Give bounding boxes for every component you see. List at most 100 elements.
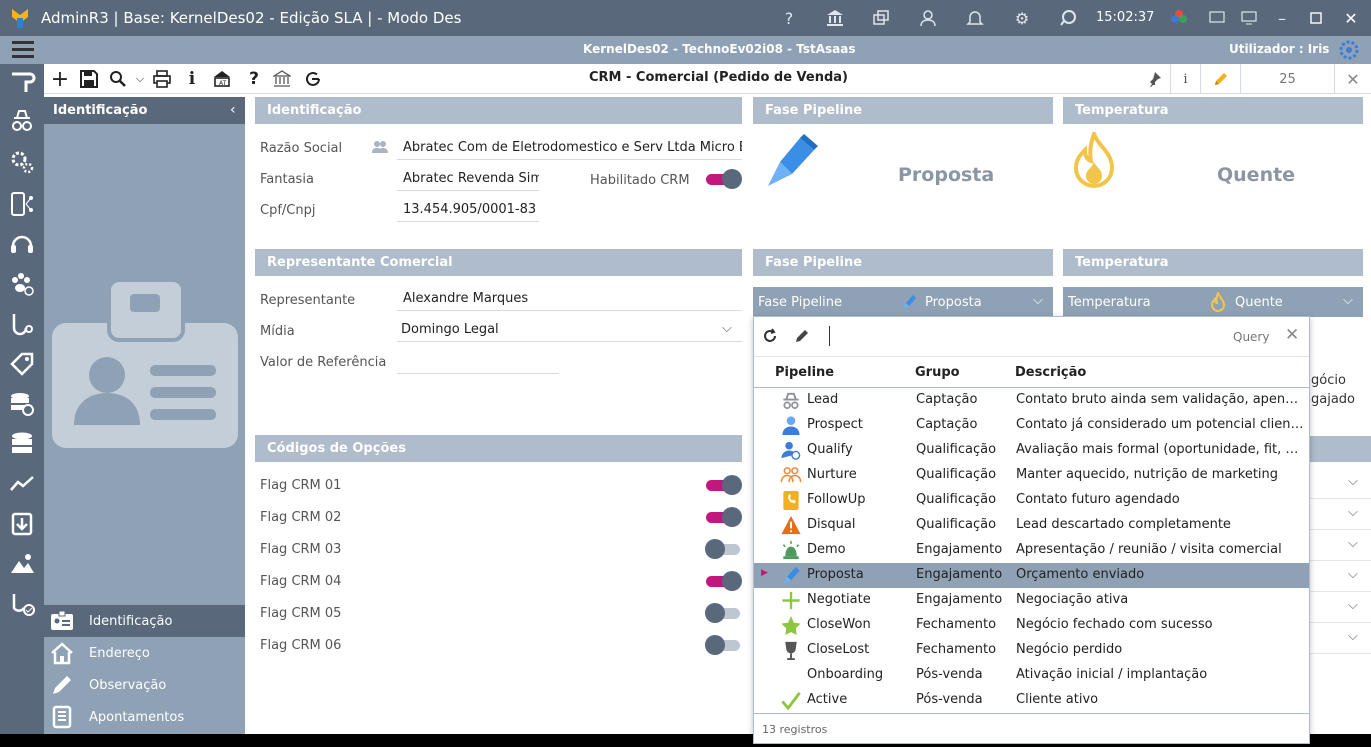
chat-icon[interactable]: [1057, 8, 1079, 28]
save-icon[interactable]: [77, 68, 101, 90]
sidebar-item-apontamentos[interactable]: Apontamentos: [44, 701, 245, 733]
close-window-button[interactable]: ✕: [1340, 8, 1362, 28]
institution-icon[interactable]: [270, 68, 294, 90]
rail-download-icon[interactable]: [6, 508, 38, 540]
search-dropdown-chevron-icon[interactable]: ⌵: [128, 68, 152, 90]
minimize-button[interactable]: –: [1271, 8, 1293, 28]
pipeline-row[interactable]: Prospect Captação Contato já considerado u…: [754, 413, 1309, 438]
star-icon: [781, 615, 801, 636]
pipeline-row[interactable]: CloseWon Fechamento Negócio fechado com su…: [754, 613, 1309, 638]
pipeline-row[interactable]: FollowUp Qualificação Contato futuro agend…: [754, 488, 1309, 513]
maximize-button[interactable]: [1305, 8, 1327, 28]
temperatura-combo[interactable]: Temperatura Quente ⌵: [1063, 287, 1363, 317]
print-icon[interactable]: [150, 68, 174, 90]
clear-search-icon[interactable]: ✕: [1285, 325, 1299, 345]
sidebar-collapse-chevron-icon[interactable]: ‹: [230, 102, 236, 118]
close-form-button[interactable]: ✕: [1334, 64, 1371, 94]
user-icon[interactable]: [917, 8, 939, 28]
info-icon[interactable]: i: [180, 68, 204, 90]
dropdown-header-row: Pipeline Grupo Descrição: [754, 356, 1309, 388]
midia-chevron-down-icon[interactable]: ⌵: [722, 321, 732, 336]
pipeline-row[interactable]: CloseLost Fechamento Negócio perdido: [754, 638, 1309, 663]
rail-image-icon[interactable]: [6, 548, 38, 580]
pipeline-row[interactable]: Demo Engajamento Apresentação / reunião / …: [754, 538, 1309, 563]
flag-crm-toggle[interactable]: [706, 571, 742, 591]
sidebar-item-identificacao[interactable]: Identificação: [44, 605, 245, 637]
rail-gears-icon[interactable]: [6, 146, 38, 178]
rail-database-clock-icon[interactable]: [6, 388, 38, 420]
rail-route-icon[interactable]: [6, 308, 38, 340]
column-header-descricao[interactable]: Descrição: [1015, 365, 1086, 380]
hidden-combo-6[interactable]: ⌵: [1310, 623, 1371, 654]
rail-headset-icon[interactable]: [6, 228, 38, 260]
go-forward-icon[interactable]: [301, 68, 325, 90]
pipeline-row[interactable]: Qualify Qualificação Avaliação mais formal…: [754, 438, 1309, 463]
fase-pipeline-combo[interactable]: Fase Pipeline Proposta ⌵: [753, 287, 1053, 317]
help-icon[interactable]: ?: [778, 8, 800, 28]
hidden-combo-1[interactable]: ⌵: [1310, 468, 1371, 499]
pipeline-row[interactable]: Negotiate Engajamento Negociação ativa: [754, 588, 1309, 613]
sidebar-item-label: Apontamentos: [89, 710, 185, 725]
rail-tool-icon[interactable]: [6, 66, 38, 98]
monitor-icon[interactable]: [1238, 8, 1260, 28]
record-count: 13 registros: [762, 723, 828, 736]
people-lookup-icon[interactable]: [372, 140, 388, 154]
bell-icon[interactable]: [964, 8, 986, 28]
hidden-combo-3[interactable]: ⌵: [1310, 530, 1371, 561]
sidebar-item-endereco[interactable]: Endereço: [44, 637, 245, 669]
dropdown-search-input[interactable]: [829, 326, 1209, 346]
menu-hamburger-icon[interactable]: [12, 41, 34, 59]
pipeline-row[interactable]: Nurture Qualificação Manter aquecido, nutr…: [754, 463, 1309, 488]
minimize-taskbar-icon[interactable]: [1206, 8, 1228, 28]
fantasia-field[interactable]: Abratec Revenda Sim: [397, 167, 539, 191]
midia-select[interactable]: Domingo Legal: [397, 318, 742, 342]
rail-paw-icon[interactable]: [6, 268, 38, 300]
windows-icon[interactable]: [870, 8, 892, 28]
pin-icon[interactable]: [1138, 64, 1170, 94]
hidden-combo-2[interactable]: ⌵: [1310, 499, 1371, 530]
pipeline-row[interactable]: Onboarding Pós-venda Ativação inicial / im…: [754, 663, 1309, 688]
flag-crm-toggle[interactable]: [705, 635, 742, 655]
help-icon[interactable]: ?: [242, 68, 266, 90]
query-button[interactable]: Query: [1233, 330, 1269, 344]
edit-pencil-icon[interactable]: [1200, 64, 1240, 94]
refresh-icon[interactable]: [762, 328, 778, 344]
settings-cog-icon[interactable]: [1338, 39, 1360, 61]
rail-database-icon[interactable]: [6, 428, 38, 460]
hidden-combo-4[interactable]: ⌵: [1310, 561, 1371, 592]
rail-spy-icon[interactable]: [6, 104, 38, 136]
flag-crm-toggle[interactable]: [705, 539, 742, 559]
svg-text:AT: AT: [219, 80, 227, 87]
pipeline-row[interactable]: Active Pós-venda Cliente ativo: [754, 688, 1309, 713]
sidebar-item-observacao[interactable]: Observação: [44, 669, 245, 701]
flag-crm-toggle[interactable]: [706, 475, 742, 495]
flag-crm-toggle[interactable]: [706, 507, 742, 527]
color-wheel-icon[interactable]: [1168, 8, 1190, 28]
column-header-pipeline[interactable]: Pipeline: [775, 365, 834, 380]
razao-social-field[interactable]: Abratec Com de Eletrodomestico e Serv Lt…: [397, 136, 742, 160]
column-header-grupo[interactable]: Grupo: [915, 365, 960, 380]
valor-referencia-field[interactable]: [397, 350, 559, 374]
search-icon[interactable]: [106, 68, 130, 90]
bank-icon[interactable]: [824, 8, 846, 28]
habilitado-crm-toggle[interactable]: [706, 169, 742, 189]
rail-route-check-icon[interactable]: [6, 588, 38, 620]
cpf-cnpj-field[interactable]: 13.454.905/0001-83: [397, 198, 539, 222]
flag-crm-toggle[interactable]: [705, 603, 742, 623]
pipeline-row[interactable]: Lead Captação Contato bruto ainda sem vali…: [754, 388, 1309, 413]
row-grupo: Pós-venda: [916, 692, 983, 707]
pipeline-row[interactable]: Disqual Qualificação Lead descartado compl…: [754, 513, 1309, 538]
rail-trend-icon[interactable]: [6, 468, 38, 500]
pencil-icon[interactable]: [794, 328, 810, 344]
pipeline-row[interactable]: ▶ Proposta Engajamento Orçamento enviado: [754, 563, 1309, 588]
representante-field[interactable]: Alexandre Marques: [397, 287, 742, 311]
rail-mobile-share-icon[interactable]: [6, 188, 38, 220]
rail-tags-icon[interactable]: [6, 348, 38, 380]
building-icon[interactable]: AT: [210, 68, 234, 90]
hidden-combo-5[interactable]: ⌵: [1310, 592, 1371, 623]
record-info-button[interactable]: i: [1170, 64, 1200, 94]
chevron-down-icon: ⌵: [1348, 598, 1358, 613]
people-icon: [780, 467, 802, 483]
gear-icon[interactable]: ⚙: [1011, 8, 1033, 28]
add-icon[interactable]: +: [48, 67, 72, 92]
